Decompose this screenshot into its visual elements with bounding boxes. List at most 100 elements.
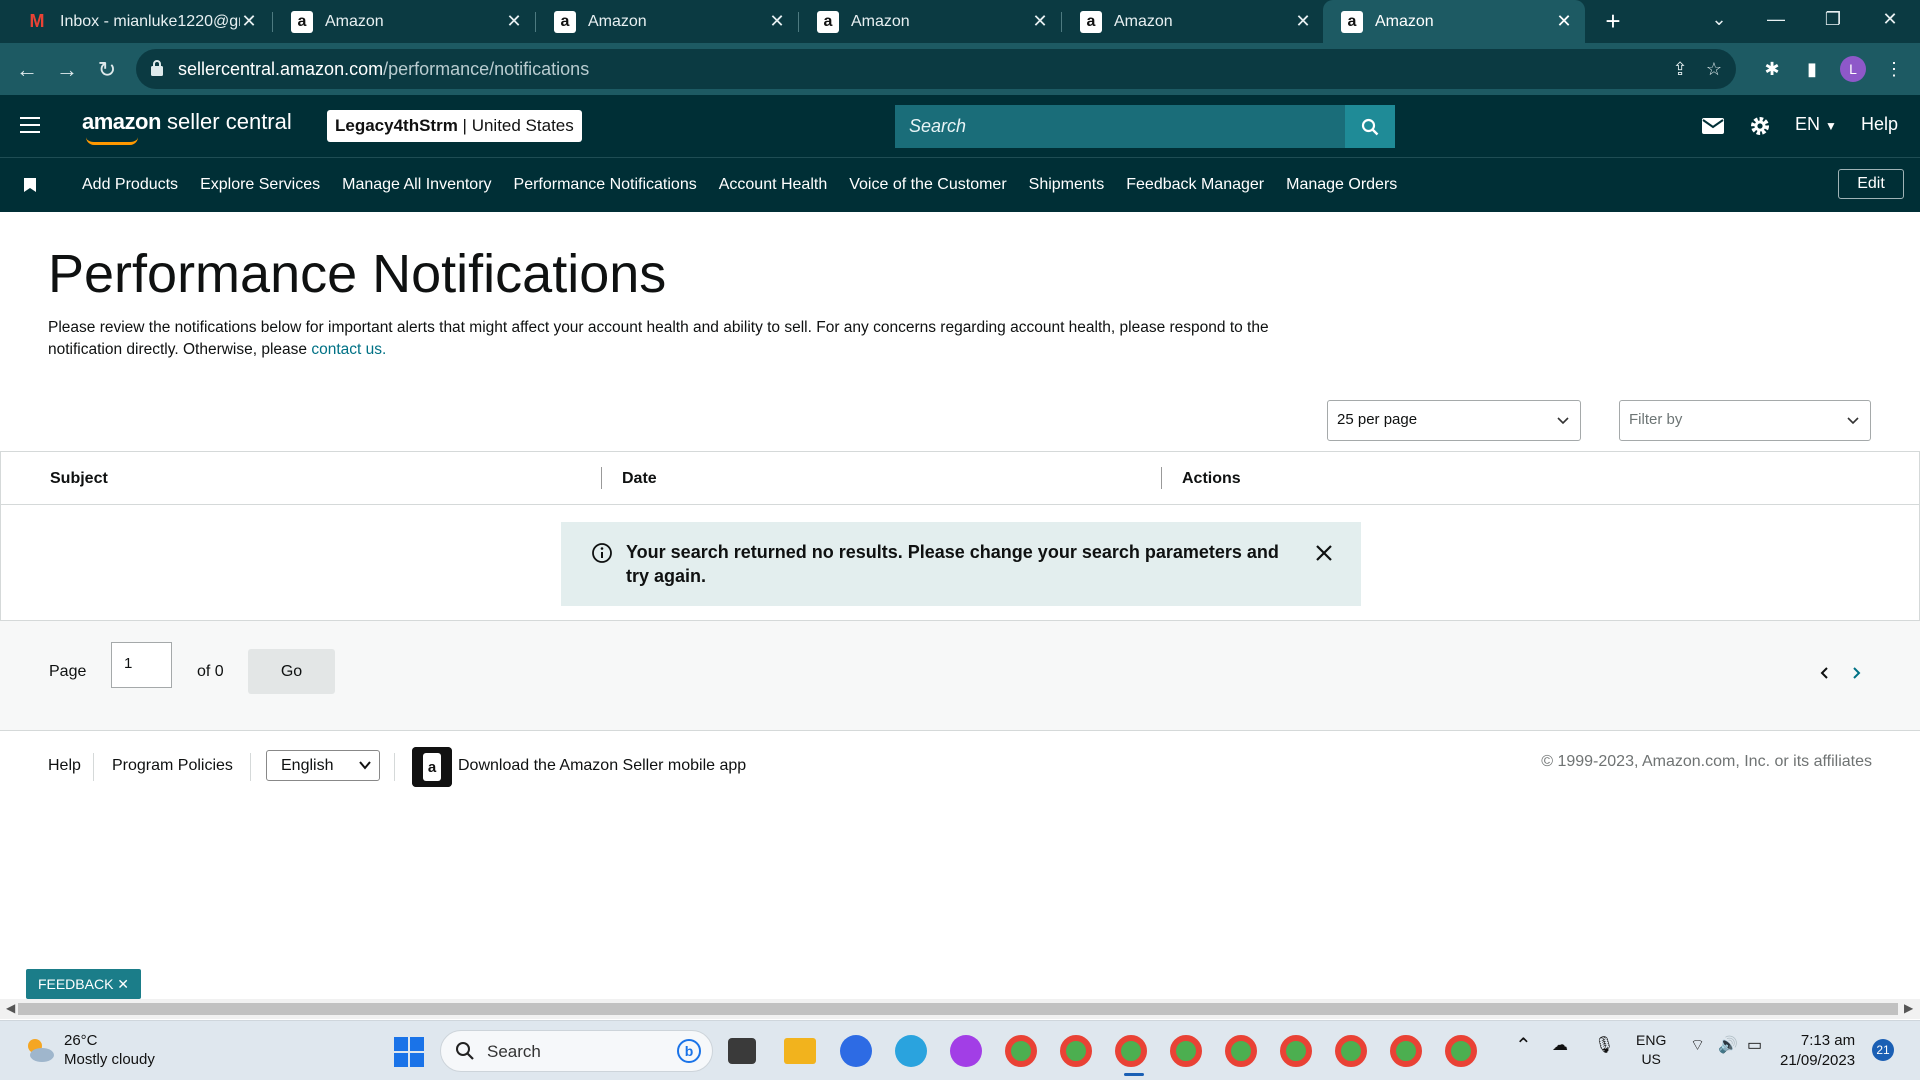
bing-icon[interactable]: b [677, 1039, 701, 1063]
hamburger-menu-icon[interactable] [20, 117, 40, 133]
nav-shipments[interactable]: Shipments [1029, 176, 1105, 194]
zoom-icon[interactable] [840, 1035, 872, 1067]
taskbar-clock[interactable]: 7:13 am 21/09/2023 [1780, 1031, 1855, 1071]
tab-search-icon[interactable]: ⌄ [1691, 0, 1747, 40]
browser-menu-icon[interactable]: ⋮ [1880, 55, 1908, 83]
side-panel-icon[interactable]: ▮ [1798, 55, 1826, 83]
amazon-seller-app-icon[interactable]: a [412, 747, 452, 787]
messenger-icon[interactable] [950, 1035, 982, 1067]
column-divider[interactable] [1161, 467, 1162, 489]
bookmark-star-icon[interactable]: ☆ [1702, 57, 1726, 81]
scrollbar-thumb[interactable] [18, 1003, 1898, 1015]
per-page-select[interactable]: 25 per page [1327, 400, 1581, 441]
onedrive-icon[interactable]: ☁ [1552, 1035, 1568, 1055]
tab-amazon-1[interactable]: a Amazon ✕ [273, 0, 535, 43]
program-policies-link[interactable]: Program Policies [112, 757, 233, 775]
tab-amazon-2[interactable]: a Amazon ✕ [536, 0, 798, 43]
new-tab-icon[interactable]: + [1598, 6, 1628, 36]
tab-amazon-active[interactable]: a Amazon ✕ [1323, 0, 1585, 43]
notification-badge[interactable]: 21 [1872, 1039, 1894, 1061]
footer-help-link[interactable]: Help [48, 757, 81, 775]
close-tab-icon[interactable]: ✕ [1294, 11, 1312, 32]
url-text[interactable]: sellercentral.amazon.com/performance/not… [178, 59, 589, 80]
battery-icon[interactable]: ▭ [1747, 1035, 1762, 1055]
mail-icon[interactable] [1700, 113, 1726, 139]
omnibox[interactable]: sellercentral.amazon.com/performance/not… [136, 49, 1736, 89]
back-icon[interactable]: ← [12, 55, 42, 85]
profile-avatar[interactable]: L [1840, 56, 1866, 82]
telegram-icon[interactable] [895, 1035, 927, 1067]
nav-manage-all-inventory[interactable]: Manage All Inventory [342, 176, 491, 194]
chrome-profile-icon[interactable] [1390, 1035, 1422, 1067]
file-explorer-icon[interactable] [784, 1038, 816, 1064]
download-app-link[interactable]: Download the Amazon Seller mobile app [458, 757, 746, 775]
bookmark-icon[interactable] [24, 178, 36, 192]
restore-icon[interactable]: ❐ [1805, 0, 1861, 40]
minimize-icon[interactable]: — [1748, 0, 1804, 40]
nav-feedback-manager[interactable]: Feedback Manager [1126, 176, 1264, 194]
nav-account-health[interactable]: Account Health [719, 176, 828, 194]
chrome-profile-icon[interactable] [1445, 1035, 1477, 1067]
chrome-profile-icon[interactable] [1170, 1035, 1202, 1067]
close-tab-icon[interactable]: ✕ [505, 11, 523, 32]
lock-icon[interactable] [150, 59, 164, 77]
search-input[interactable] [895, 105, 1345, 148]
language-selector[interactable]: EN ▼ [1795, 114, 1837, 135]
tray-overflow-icon[interactable]: ⌃ [1515, 1033, 1532, 1058]
reload-icon[interactable]: ↻ [92, 55, 122, 85]
weather-widget[interactable]: 26°C Mostly cloudy [64, 1031, 155, 1069]
input-language[interactable]: ENG US [1636, 1031, 1666, 1069]
microphone-icon[interactable]: 🎙 [1594, 1035, 1614, 1055]
column-subject[interactable]: Subject [50, 470, 108, 488]
close-tab-icon[interactable]: ✕ [1555, 11, 1573, 32]
page-number-input[interactable]: 1 [111, 642, 172, 688]
chrome-profile-icon[interactable] [1225, 1035, 1257, 1067]
chrome-profile-icon[interactable] [1005, 1035, 1037, 1067]
close-tab-icon[interactable]: ✕ [1031, 11, 1049, 32]
taskbar-search[interactable]: Search b [440, 1030, 713, 1072]
column-divider[interactable] [601, 467, 602, 489]
footer-language-select[interactable]: English [266, 750, 380, 781]
scroll-right-icon[interactable]: ▶ [1904, 1001, 1913, 1015]
tab-amazon-3[interactable]: a Amazon ✕ [799, 0, 1061, 43]
windows-start-icon[interactable] [394, 1037, 424, 1067]
seller-central-logo[interactable]: amazon seller central [82, 109, 292, 145]
extensions-icon[interactable]: ✱ [1758, 55, 1786, 83]
search-box [895, 105, 1345, 148]
share-icon[interactable]: ⇪ [1668, 57, 1692, 81]
chrome-profile-icon[interactable] [1335, 1035, 1367, 1067]
chrome-profile-icon[interactable] [1280, 1035, 1312, 1067]
column-date[interactable]: Date [622, 470, 657, 488]
go-button[interactable]: Go [248, 649, 335, 694]
chevron-left-icon[interactable] [1817, 665, 1833, 681]
wifi-icon[interactable]: ⌔ [1690, 1035, 1705, 1055]
nav-performance-notifications[interactable]: Performance Notifications [514, 176, 697, 194]
scroll-left-icon[interactable]: ◀ [6, 1001, 15, 1015]
edit-nav-button[interactable]: Edit [1838, 169, 1904, 199]
filter-by-select[interactable]: Filter by [1619, 400, 1871, 441]
task-view-icon[interactable] [728, 1038, 756, 1064]
chevron-right-icon[interactable] [1848, 665, 1864, 681]
volume-icon[interactable]: 🔊 [1718, 1035, 1738, 1055]
nav-voice-of-the-customer[interactable]: Voice of the Customer [849, 176, 1006, 194]
settings-gear-icon[interactable] [1747, 113, 1773, 139]
close-window-icon[interactable]: ✕ [1862, 0, 1918, 40]
help-link[interactable]: Help [1861, 114, 1898, 135]
nav-add-products[interactable]: Add Products [82, 176, 178, 194]
feedback-button[interactable]: FEEDBACK ✕ [26, 969, 141, 999]
close-icon[interactable] [1315, 544, 1333, 562]
tab-gmail[interactable]: M Inbox - mianluke1220@gm ✕ [8, 0, 270, 43]
nav-explore-services[interactable]: Explore Services [200, 176, 320, 194]
partly-cloudy-icon[interactable] [22, 1035, 56, 1065]
tab-amazon-4[interactable]: a Amazon ✕ [1062, 0, 1324, 43]
close-tab-icon[interactable]: ✕ [768, 11, 786, 32]
contact-us-link[interactable]: contact us. [311, 341, 386, 358]
forward-icon[interactable]: → [52, 55, 82, 85]
horizontal-scrollbar[interactable]: ◀ ▶ [0, 999, 1920, 1019]
store-selector[interactable]: Legacy4thStrm | United States [327, 110, 582, 142]
chrome-profile-icon[interactable] [1060, 1035, 1092, 1067]
close-tab-icon[interactable]: ✕ [240, 11, 258, 32]
nav-manage-orders[interactable]: Manage Orders [1286, 176, 1397, 194]
search-button[interactable] [1345, 105, 1395, 148]
chrome-profile-active-icon[interactable] [1115, 1035, 1147, 1067]
